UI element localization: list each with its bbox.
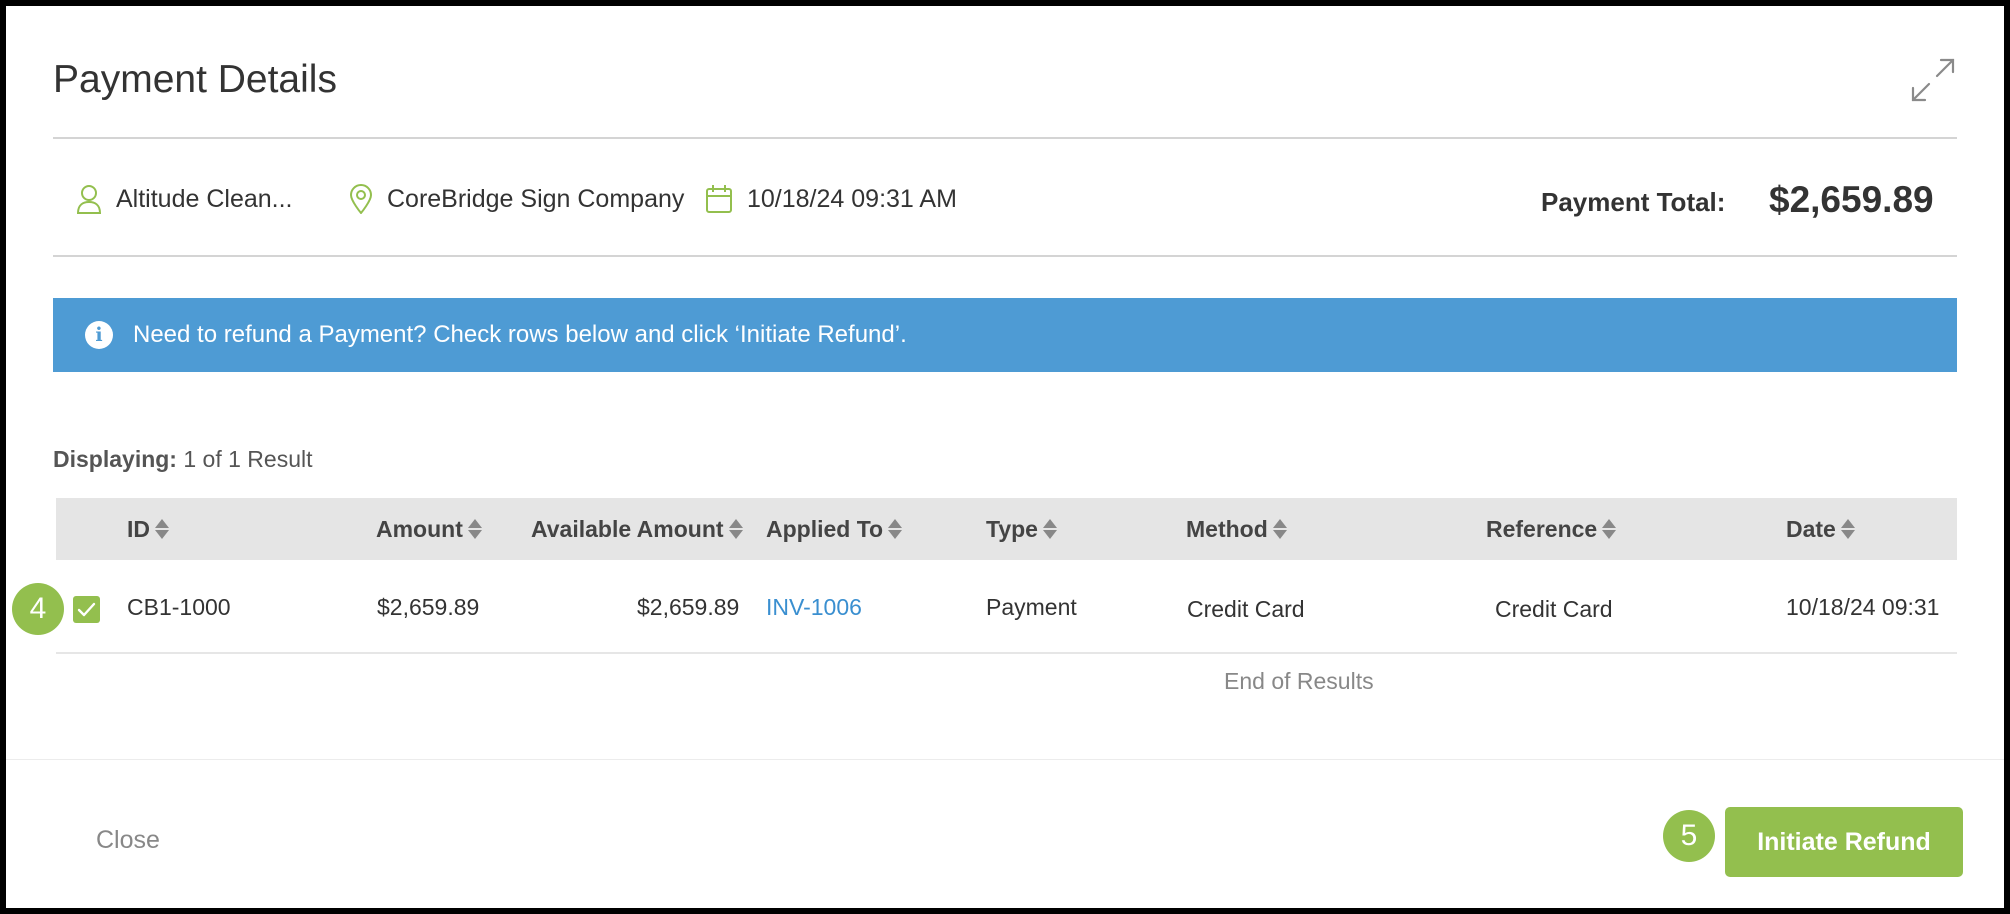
cell-amount: $2,659.89: [377, 594, 480, 620]
column-header-label: Applied To: [766, 515, 884, 542]
sort-icon[interactable]: [728, 518, 743, 540]
column-header-type[interactable]: Type: [986, 498, 1057, 560]
sort-icon[interactable]: [1840, 518, 1855, 540]
sort-icon[interactable]: [1602, 518, 1617, 540]
column-header-label: Method: [1186, 515, 1268, 542]
payment-details-modal: Payment Details Altitude Clean... CoreBr…: [6, 6, 2004, 908]
location-name: CoreBridge Sign Company: [387, 184, 685, 213]
table-header: ID Amount Available Amount Applied To Ty…: [56, 498, 1957, 560]
cell-reference: Credit Card: [1495, 596, 1613, 622]
info-icon: i: [85, 321, 113, 349]
user-icon: [76, 185, 102, 214]
column-header-label: Available Amount: [531, 515, 724, 542]
payment-total-value: $2,659.89: [1769, 179, 1934, 220]
cell-applied-to-link[interactable]: INV-1006: [766, 594, 862, 621]
column-header-method[interactable]: Method: [1186, 498, 1287, 560]
expand-icon[interactable]: [1909, 56, 1957, 104]
cell-available-amount: $2,659.89: [637, 594, 740, 620]
column-header-amount[interactable]: Amount: [376, 498, 482, 560]
column-header-reference[interactable]: Reference: [1486, 498, 1617, 560]
payment-total-label: Payment Total:: [1541, 187, 1726, 217]
step-badge-5: 5: [1663, 810, 1715, 862]
column-header-label: Date: [1786, 515, 1836, 542]
column-header-label: Type: [986, 515, 1038, 542]
footer-divider: [6, 759, 2004, 760]
sort-icon[interactable]: [467, 518, 482, 540]
sort-icon[interactable]: [1042, 518, 1057, 540]
close-button[interactable]: Close: [96, 826, 160, 855]
step-badge-4: 4: [12, 583, 64, 635]
results-count-label: Displaying:: [53, 446, 177, 472]
location-info: CoreBridge Sign Company: [349, 184, 684, 214]
refund-info-message: Need to refund a Payment? Check rows bel…: [133, 321, 907, 348]
cell-id: CB1-1000: [127, 594, 231, 620]
sort-icon[interactable]: [1272, 518, 1287, 540]
column-header-applied-to[interactable]: Applied To: [766, 498, 903, 560]
sort-icon[interactable]: [888, 518, 903, 540]
column-header-label: Amount: [376, 515, 463, 542]
results-count-value: 1 of 1 Result: [183, 446, 313, 472]
cell-date: 10/18/24 09:31: [1786, 594, 1940, 620]
payment-datetime: 10/18/24 09:31 AM: [747, 184, 957, 213]
map-pin-icon: [349, 184, 373, 214]
row-select-checkbox[interactable]: [73, 596, 100, 623]
refund-info-banner: i Need to refund a Payment? Check rows b…: [53, 298, 1957, 372]
modal-title: Payment Details: [53, 58, 337, 101]
initiate-refund-button[interactable]: Initiate Refund: [1725, 807, 1963, 877]
divider: [53, 137, 1957, 139]
column-header-id[interactable]: ID: [127, 498, 169, 560]
calendar-icon: [706, 185, 732, 213]
column-header-label: ID: [127, 515, 150, 542]
column-header-date[interactable]: Date: [1786, 498, 1855, 560]
end-of-results: End of Results: [1224, 668, 1374, 694]
check-icon: [77, 602, 96, 617]
cell-type: Payment: [986, 594, 1077, 620]
column-header-label: Reference: [1486, 515, 1598, 542]
divider: [53, 255, 1957, 257]
customer-info: Altitude Clean...: [76, 184, 293, 214]
customer-name: Altitude Clean...: [116, 184, 293, 213]
sort-icon[interactable]: [155, 518, 169, 540]
results-count: Displaying: 1 of 1 Result: [53, 446, 313, 473]
column-header-available-amount[interactable]: Available Amount: [531, 498, 743, 560]
cell-method: Credit Card: [1187, 596, 1305, 622]
date-info: 10/18/24 09:31 AM: [705, 184, 957, 214]
row-divider: [56, 652, 1957, 654]
